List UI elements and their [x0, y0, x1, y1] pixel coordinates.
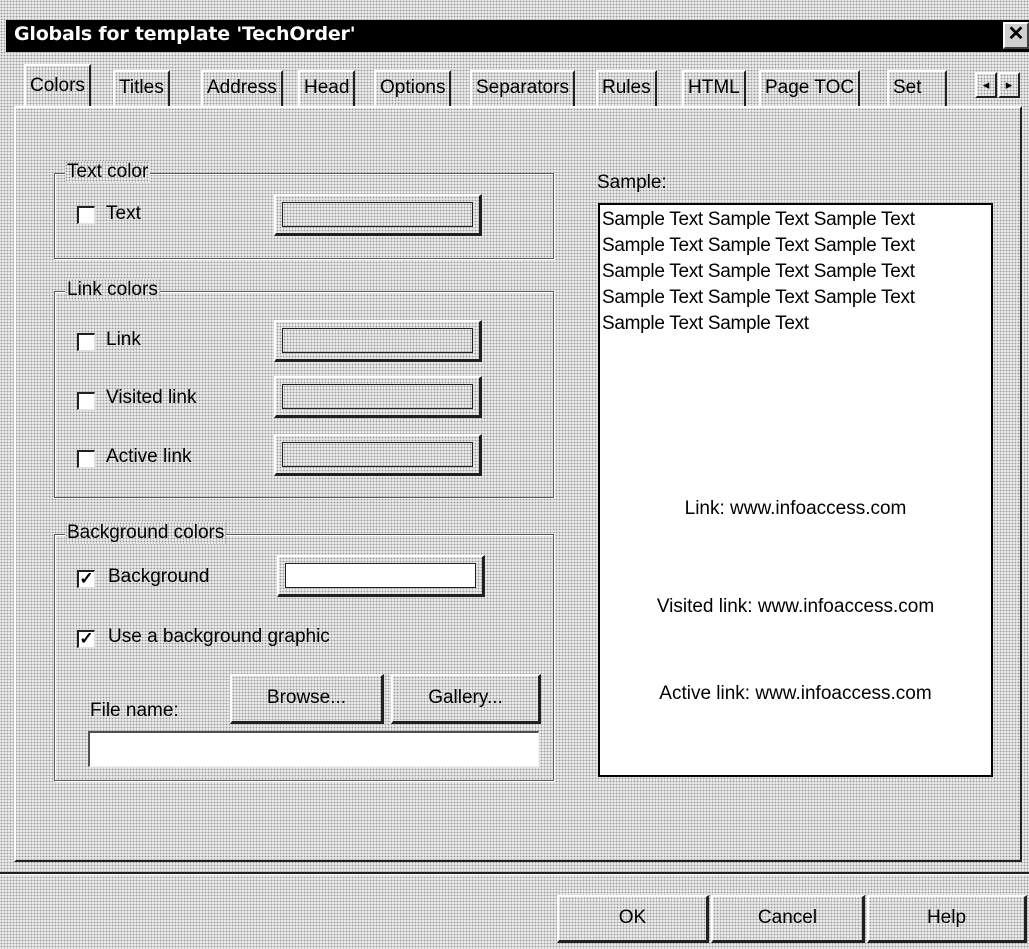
file-name-input[interactable] — [88, 731, 539, 767]
link-color-button[interactable] — [274, 320, 482, 362]
tab-options[interactable]: Options — [374, 70, 452, 106]
title-bar[interactable]: Globals for template 'TechOrder' ✕ — [6, 20, 1029, 52]
active-link-checkbox[interactable] — [77, 450, 95, 468]
tab-set[interactable]: Set — [887, 70, 947, 106]
arrow-left-icon: ◂ — [982, 77, 990, 92]
use-background-graphic-label: Use a background graphic — [108, 626, 330, 647]
tab-label: Page TOC — [765, 77, 855, 98]
sample-text-line: Sample Text Sample Text Sample Text — [602, 235, 915, 256]
active-link-color-button[interactable] — [274, 434, 482, 476]
sample-active-link-text: Active link: www.infoaccess.com — [659, 683, 932, 704]
background-checkbox-label: Background — [108, 566, 210, 587]
tab-label: Titles — [119, 77, 164, 98]
active-link-checkbox-label: Active link — [106, 446, 192, 467]
cancel-button[interactable]: Cancel — [711, 895, 865, 943]
tab-label: Options — [380, 77, 446, 98]
gallery-button[interactable]: Gallery... — [391, 674, 541, 724]
color-swatch — [282, 328, 473, 353]
close-icon: ✕ — [1007, 23, 1025, 45]
tab-html[interactable]: HTML — [682, 70, 746, 106]
close-button[interactable]: ✕ — [1003, 22, 1029, 49]
sample-text-line: Sample Text Sample Text — [602, 313, 809, 334]
browse-button[interactable]: Browse... — [230, 674, 384, 724]
sample-link-text: Link: www.infoaccess.com — [684, 498, 907, 519]
group-label: Text color — [67, 161, 149, 183]
tab-scroll-left-button[interactable]: ◂ — [975, 72, 997, 98]
gallery-button-label: Gallery... — [428, 687, 503, 708]
help-button[interactable]: Help — [867, 895, 1027, 943]
link-checkbox-label: Link — [106, 329, 141, 350]
ok-button-label: OK — [618, 907, 647, 928]
text-checkbox-label: Text — [106, 203, 141, 224]
tab-label: Colors — [30, 75, 85, 96]
ok-button[interactable]: OK — [557, 895, 709, 943]
tab-scroll-right-button[interactable]: ▸ — [998, 72, 1020, 98]
sample-text-line: Sample Text Sample Text Sample Text — [602, 209, 915, 230]
background-checkbox[interactable]: ✓ — [77, 570, 95, 588]
sample-label: Sample: — [597, 172, 667, 193]
sample-text-line: Sample Text Sample Text Sample Text — [602, 287, 915, 308]
background-color-button[interactable] — [277, 555, 485, 597]
help-button-label: Help — [926, 907, 967, 928]
tab-label: Rules — [602, 77, 651, 98]
sample-text-line: Sample Text Sample Text Sample Text — [602, 261, 915, 282]
color-swatch — [282, 442, 473, 467]
dialog-window: Globals for template 'TechOrder' ✕ Color… — [0, 0, 1029, 949]
tab-label: HTML — [688, 77, 740, 98]
group-label: Link colors — [66, 279, 158, 301]
visited-link-color-button[interactable] — [274, 376, 482, 418]
file-name-label: File name: — [90, 700, 179, 721]
color-swatch — [285, 563, 476, 588]
use-background-graphic-checkbox[interactable]: ✓ — [77, 630, 95, 648]
visited-link-checkbox-label: Visited link — [106, 387, 197, 408]
tab-head[interactable]: Head — [298, 70, 356, 106]
window-title: Globals for template 'TechOrder' — [14, 23, 356, 45]
tab-rules[interactable]: Rules — [596, 70, 657, 106]
tab-address[interactable]: Address — [201, 70, 283, 106]
arrow-right-icon: ▸ — [1005, 77, 1013, 92]
tab-colors[interactable]: Colors — [24, 64, 91, 108]
link-checkbox[interactable] — [77, 333, 95, 351]
tab-separators[interactable]: Separators — [470, 70, 575, 106]
tab-page-toc[interactable]: Page TOC — [759, 70, 861, 106]
tab-label: Address — [207, 77, 277, 98]
group-label: Background colors — [67, 522, 225, 544]
tab-label: Head — [304, 77, 350, 98]
color-swatch — [282, 202, 473, 227]
tab-label: Set — [893, 77, 922, 98]
tab-label: Separators — [476, 77, 569, 98]
text-checkbox[interactable] — [77, 206, 95, 224]
footer-divider — [0, 872, 1029, 875]
color-swatch — [282, 384, 473, 409]
browse-button-label: Browse... — [266, 687, 347, 708]
tab-titles[interactable]: Titles — [113, 70, 170, 106]
sample-visited-link-text: Visited link: www.infoaccess.com — [656, 596, 935, 617]
sample-preview: Sample Text Sample Text Sample Text Samp… — [598, 203, 993, 777]
visited-link-checkbox[interactable] — [77, 392, 95, 410]
text-color-button[interactable] — [274, 194, 482, 236]
cancel-button-label: Cancel — [757, 907, 818, 928]
